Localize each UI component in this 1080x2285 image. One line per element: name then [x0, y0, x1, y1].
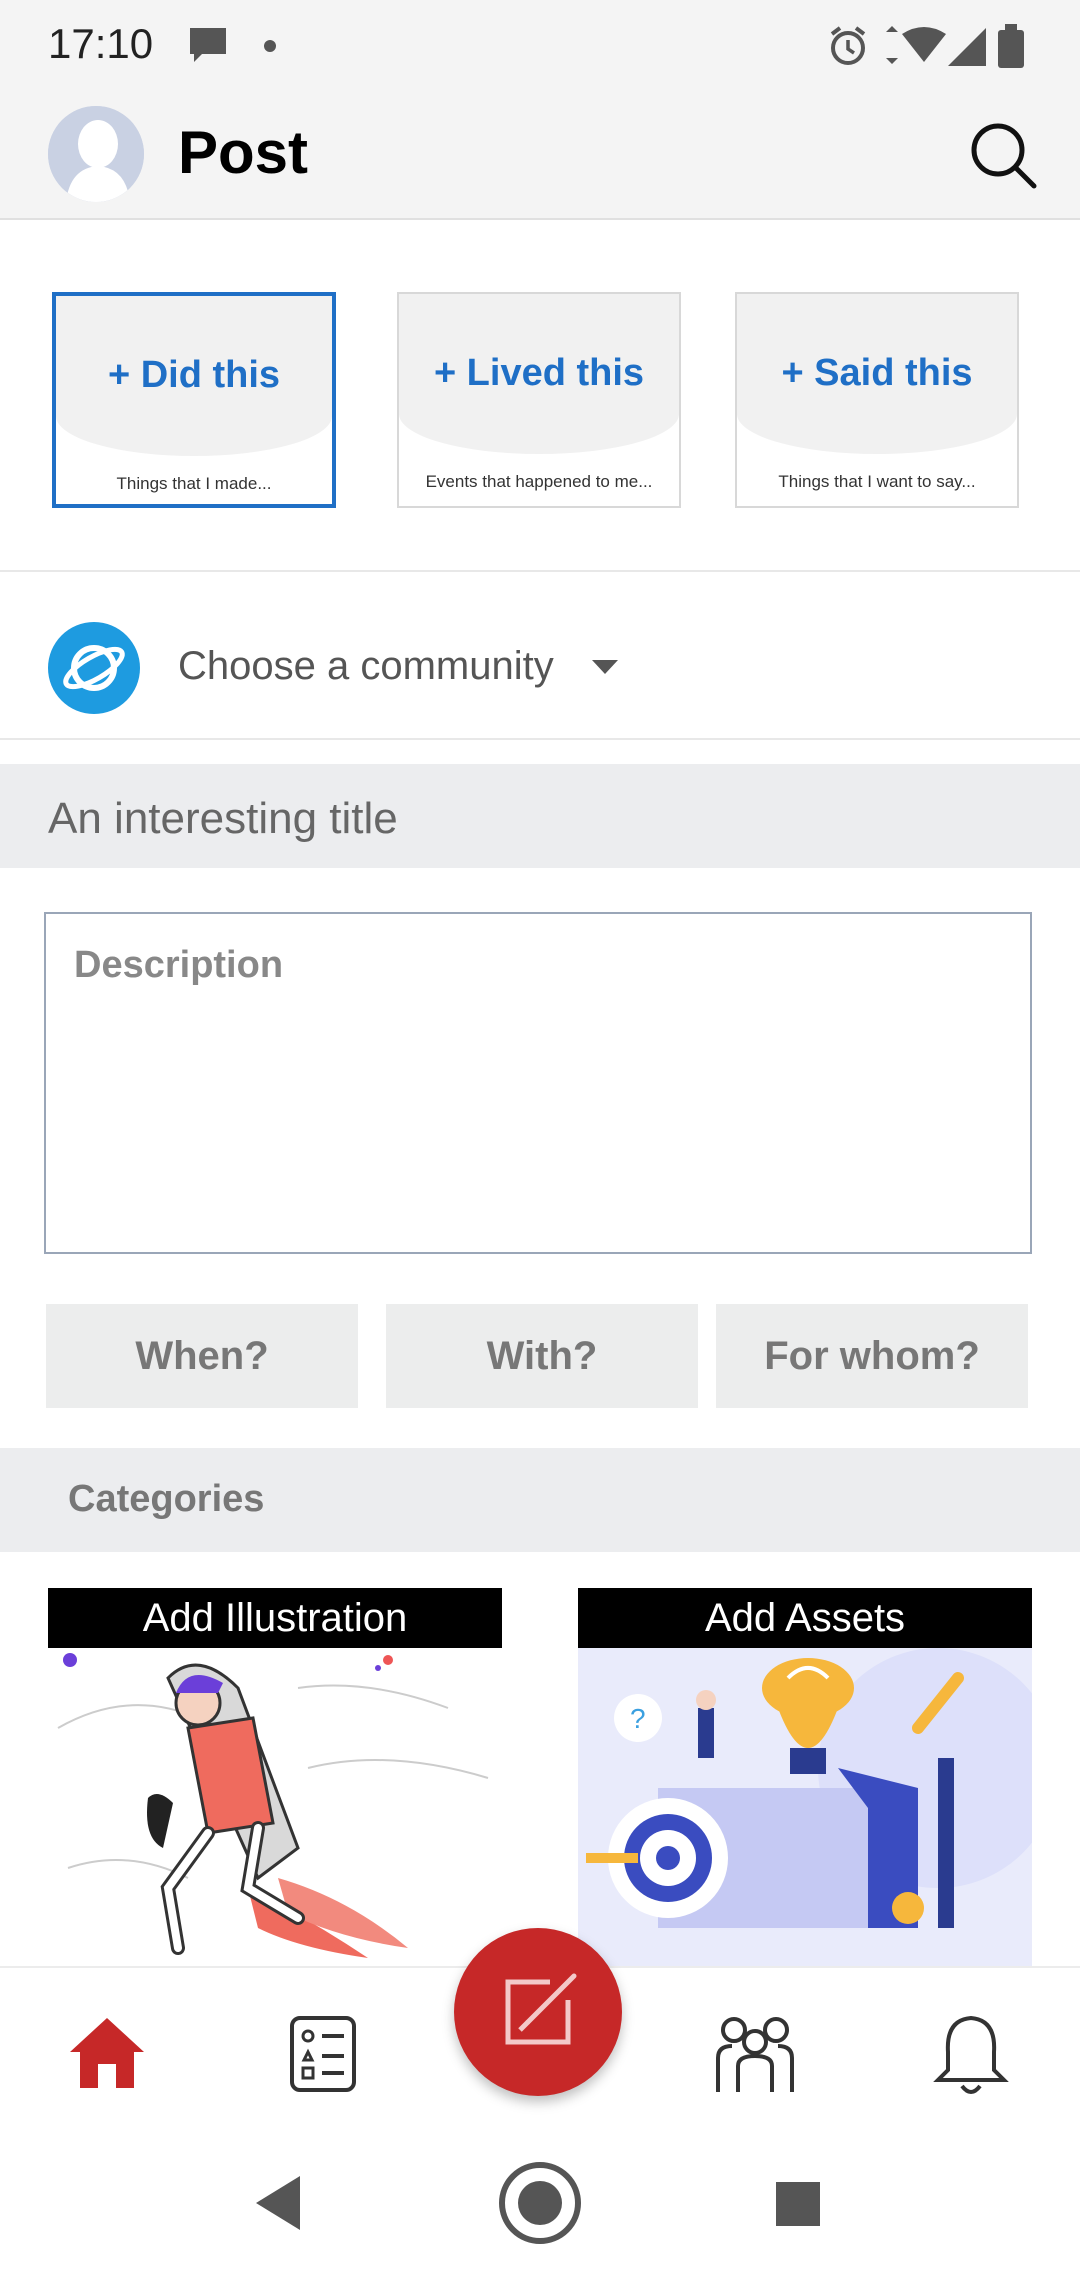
search-icon: [971, 123, 1037, 189]
card-label: + Said this: [781, 352, 973, 394]
planet-icon: [48, 622, 140, 714]
card-label: + Lived this: [433, 352, 645, 394]
with-button[interactable]: With?: [386, 1304, 698, 1408]
card-label: + Did this: [107, 354, 281, 396]
status-left-icons: [188, 24, 278, 75]
back-button[interactable]: [256, 2176, 300, 2230]
status-bar: 17:10: [0, 0, 1080, 90]
status-time: 17:10: [48, 20, 154, 67]
categories-selector[interactable]: Categories: [0, 1448, 1080, 1552]
avatar[interactable]: [48, 106, 144, 202]
add-assets-label: Add Assets: [578, 1588, 1032, 1648]
message-icon: [190, 28, 226, 62]
alarm-icon: [830, 26, 866, 65]
avatar-placeholder-icon: [48, 106, 144, 202]
add-illustration-label: Add Illustration: [48, 1588, 502, 1648]
card-subtitle: Things that I made...: [116, 474, 272, 493]
community-label: Choose a community: [178, 644, 554, 688]
recents-icon: [776, 2182, 820, 2226]
wifi-icon: [886, 26, 946, 64]
dot-icon: [264, 40, 276, 52]
compose-button[interactable]: [454, 1928, 622, 2096]
recents-button[interactable]: [776, 2182, 820, 2226]
page-title: Post: [178, 119, 309, 186]
people-tab[interactable]: [710, 2008, 800, 2098]
chevron-down-icon: [592, 660, 618, 674]
bell-icon: [933, 2015, 1009, 2094]
rocket-illustration-icon: [48, 1648, 502, 1968]
description-input[interactable]: Description: [44, 912, 1032, 1254]
home-tab[interactable]: [62, 2008, 152, 2098]
home-icon: [70, 2018, 144, 2088]
lived-this-card[interactable]: + Lived this Events that happened to me.…: [397, 292, 681, 508]
list-icon: [290, 2016, 356, 2092]
compose-icon: [505, 1973, 577, 2045]
title-input[interactable]: An interesting title: [0, 764, 1080, 868]
card-subtitle: Things that I want to say...: [778, 472, 976, 491]
add-illustration-button[interactable]: Add Illustration: [48, 1588, 502, 1968]
people-icon: [716, 2017, 794, 2092]
system-navigation-bar: [0, 2126, 1080, 2280]
search-button[interactable]: [968, 120, 1038, 190]
community-selector[interactable]: Choose a community: [0, 574, 1080, 740]
post-type-selector: + Did this Things that I made... + Lived…: [0, 222, 1080, 572]
add-assets-button[interactable]: Add Assets ?: [578, 1588, 1032, 1968]
description-placeholder: Description: [74, 944, 284, 986]
signal-icon: [948, 28, 986, 66]
categories-label: Categories: [68, 1478, 265, 1520]
back-icon: [256, 2176, 300, 2230]
battery-icon: [998, 24, 1024, 68]
svg-text:?: ?: [630, 1703, 646, 1734]
card-subtitle: Events that happened to me...: [425, 472, 653, 491]
status-right-icons: [828, 22, 1038, 77]
title-placeholder: An interesting title: [48, 794, 398, 843]
home-button[interactable]: [499, 2162, 581, 2244]
notifications-tab[interactable]: [926, 2008, 1016, 2098]
list-tab[interactable]: [278, 2008, 368, 2098]
said-this-card[interactable]: + Said this Things that I want to say...: [735, 292, 1019, 508]
for-whom-button[interactable]: For whom?: [716, 1304, 1028, 1408]
assets-illustration-icon: ?: [578, 1648, 1032, 1968]
when-button[interactable]: When?: [46, 1304, 358, 1408]
app-header: Post: [0, 90, 1080, 220]
did-this-card[interactable]: + Did this Things that I made...: [52, 292, 336, 508]
